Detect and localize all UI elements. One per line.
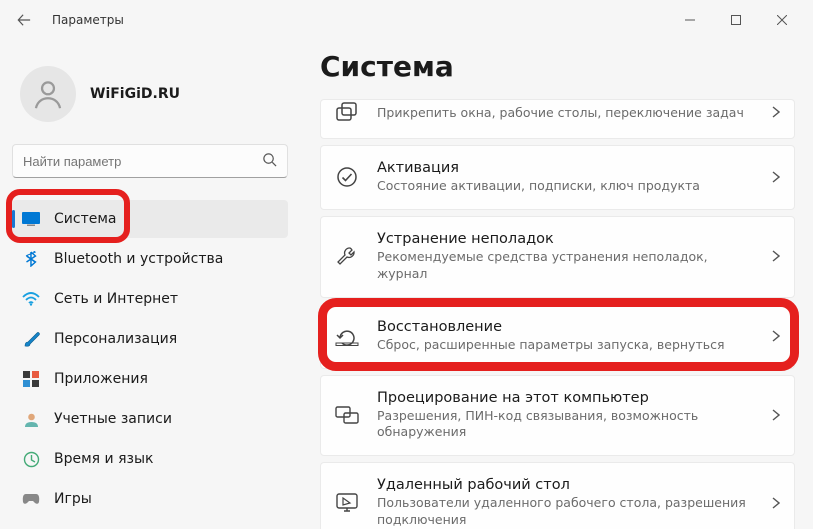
- apps-icon: [22, 370, 40, 388]
- window-controls: [667, 4, 805, 36]
- sidebar-item-label: Время и язык: [54, 451, 153, 467]
- activation-icon: [335, 165, 359, 189]
- sidebar-item-network[interactable]: Сеть и Интернет: [12, 280, 288, 318]
- profile-block[interactable]: WiFiGiD.RU: [12, 52, 288, 142]
- card-title: Восстановление: [377, 319, 754, 335]
- search-icon: [262, 152, 277, 171]
- remote-desktop-icon: [335, 491, 359, 515]
- card-desc: Прикрепить окна, рабочие столы, переключ…: [377, 105, 754, 122]
- back-button[interactable]: [8, 4, 40, 36]
- sidebar-item-label: Учетные записи: [54, 411, 172, 427]
- clock-globe-icon: [22, 450, 40, 468]
- minimize-button[interactable]: [667, 4, 713, 36]
- maximize-icon: [731, 15, 741, 25]
- sidebar-item-label: Сеть и Интернет: [54, 291, 178, 307]
- search-box[interactable]: [12, 144, 288, 178]
- chevron-right-icon: [772, 494, 780, 513]
- sidebar-item-time[interactable]: Время и язык: [12, 440, 288, 478]
- chevron-right-icon: [772, 327, 780, 346]
- card-remote-desktop[interactable]: Удаленный рабочий стол Пользователи удал…: [320, 462, 795, 529]
- display-icon: [22, 210, 40, 228]
- wrench-icon: [335, 245, 359, 269]
- card-desc: Разрешения, ПИН-код связывания, возможно…: [377, 408, 754, 442]
- sidebar-item-label: Приложения: [54, 371, 148, 387]
- sidebar-item-apps[interactable]: Приложения: [12, 360, 288, 398]
- sidebar-item-label: Игры: [54, 491, 92, 507]
- sidebar-item-label: Персонализация: [54, 331, 177, 347]
- card-title: Устранение неполадок: [377, 231, 754, 247]
- multitasking-icon: [335, 100, 359, 124]
- card-troubleshoot[interactable]: Устранение неполадок Рекомендуемые средс…: [320, 216, 795, 298]
- card-projecting[interactable]: Проецирование на этот компьютер Разрешен…: [320, 375, 795, 457]
- bluetooth-icon: [22, 250, 40, 268]
- avatar: [20, 66, 76, 122]
- page-title: Система: [320, 50, 795, 83]
- card-desc: Рекомендуемые средства устранения непола…: [377, 249, 754, 283]
- card-title: Активация: [377, 160, 754, 176]
- sidebar-item-personalization[interactable]: Персонализация: [12, 320, 288, 358]
- chevron-right-icon: [772, 406, 780, 425]
- card-multitasking[interactable]: Прикрепить окна, рабочие столы, переключ…: [320, 99, 795, 139]
- main-content: Система Прикрепить окна, рабочие столы, …: [300, 40, 813, 529]
- card-recovery[interactable]: Восстановление Сброс, расширенные параме…: [320, 304, 795, 369]
- accounts-icon: [22, 410, 40, 428]
- sidebar-item-label: Система: [54, 211, 116, 227]
- sidebar-item-label: Bluetooth и устройства: [54, 251, 223, 267]
- chevron-right-icon: [772, 168, 780, 187]
- card-desc: Сброс, расширенные параметры запуска, ве…: [377, 337, 754, 354]
- close-button[interactable]: [759, 4, 805, 36]
- card-title: Проецирование на этот компьютер: [377, 390, 754, 406]
- person-icon: [31, 77, 65, 111]
- search-input[interactable]: [23, 154, 262, 169]
- sidebar-item-bluetooth[interactable]: Bluetooth и устройства: [12, 240, 288, 278]
- chevron-right-icon: [772, 247, 780, 266]
- wifi-icon: [22, 290, 40, 308]
- arrow-left-icon: [17, 13, 31, 27]
- brush-icon: [22, 330, 40, 348]
- window-title: Параметры: [52, 13, 124, 27]
- card-desc: Пользователи удаленного рабочего стола, …: [377, 495, 754, 529]
- sidebar-item-system[interactable]: Система: [12, 200, 288, 238]
- card-desc: Состояние активации, подписки, ключ прод…: [377, 178, 754, 195]
- close-icon: [777, 15, 787, 25]
- sidebar-item-gaming[interactable]: Игры: [12, 480, 288, 518]
- card-title: Удаленный рабочий стол: [377, 477, 754, 493]
- chevron-right-icon: [772, 103, 780, 122]
- minimize-icon: [685, 15, 695, 25]
- profile-name: WiFiGiD.RU: [90, 86, 180, 102]
- projecting-icon: [335, 403, 359, 427]
- titlebar: Параметры: [0, 0, 813, 40]
- maximize-button[interactable]: [713, 4, 759, 36]
- gamepad-icon: [22, 490, 40, 508]
- card-activation[interactable]: Активация Состояние активации, подписки,…: [320, 145, 795, 210]
- recovery-icon: [335, 324, 359, 348]
- sidebar: WiFiGiD.RU Система Bluetooth и устройств…: [0, 40, 300, 529]
- sidebar-item-accounts[interactable]: Учетные записи: [12, 400, 288, 438]
